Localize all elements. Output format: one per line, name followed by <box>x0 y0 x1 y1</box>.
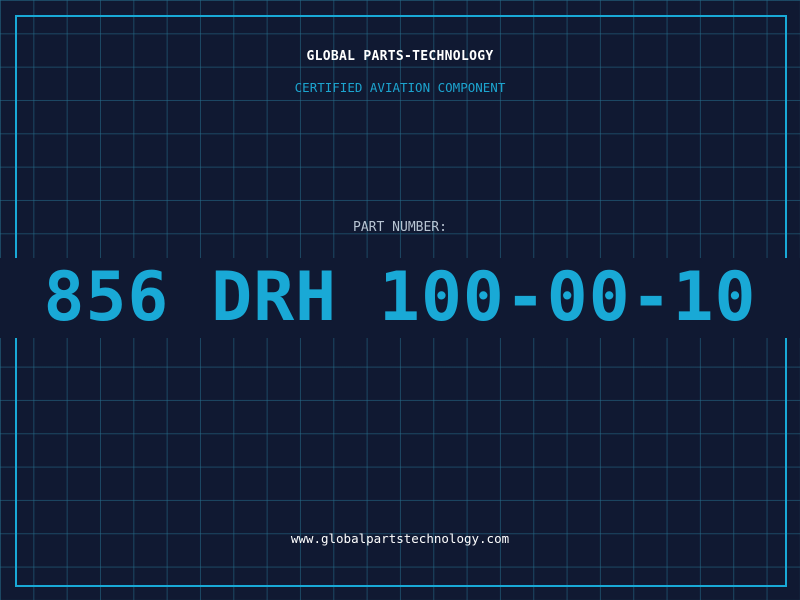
part-number-label: PART NUMBER: <box>353 220 447 235</box>
website-url[interactable]: www.globalpartstechnology.com <box>0 531 800 546</box>
brand-title: GLOBAL PARTS-TECHNOLOGY <box>306 49 494 64</box>
part-number-value: 856 DRH 100-00-10 <box>43 258 757 337</box>
certification-subtitle: CERTIFIED AVIATION COMPONENT <box>294 80 506 95</box>
